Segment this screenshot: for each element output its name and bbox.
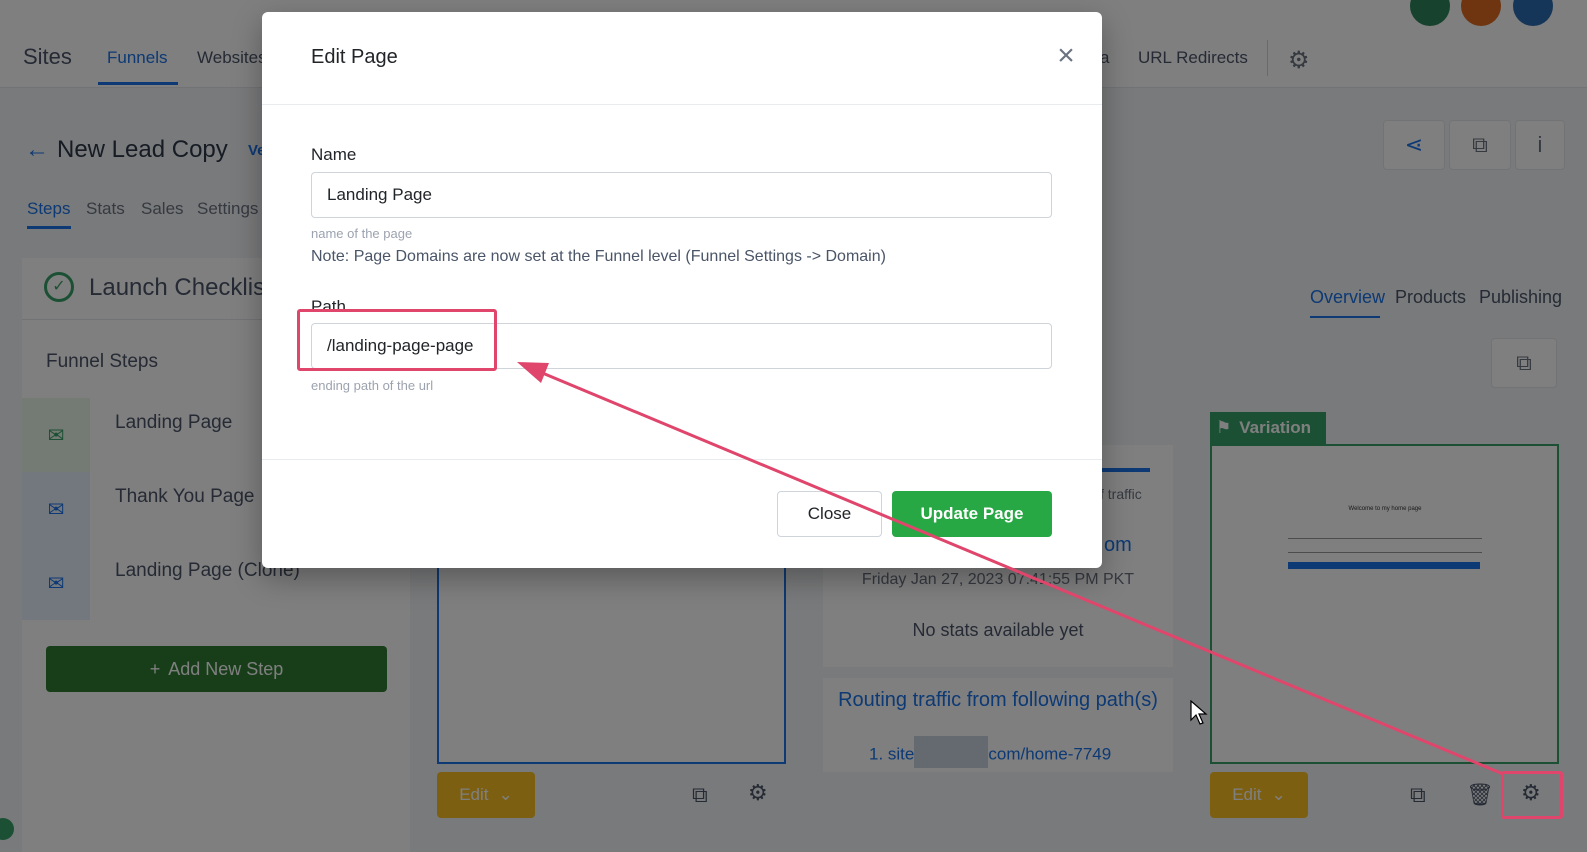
edit-page-modal: Edit Page × Name name of the page Note: … <box>262 12 1102 568</box>
name-label: Name <box>311 145 357 164</box>
close-icon[interactable]: × <box>1054 41 1078 71</box>
path-help-text: ending path of the url <box>311 378 434 393</box>
close-button[interactable]: Close <box>777 491 882 537</box>
annotation-highlight-gear <box>1501 771 1563 819</box>
domain-note: Note: Page Domains are now set at the Fu… <box>311 248 886 265</box>
modal-header: Edit Page × <box>262 12 1102 105</box>
mouse-cursor-icon <box>1190 700 1208 725</box>
name-help-text: name of the page <box>311 226 413 241</box>
name-input[interactable] <box>311 172 1052 218</box>
annotation-highlight-path <box>297 309 497 371</box>
update-page-button[interactable]: Update Page <box>892 491 1052 537</box>
modal-title: Edit Page <box>311 46 398 68</box>
modal-footer-divider <box>262 459 1102 460</box>
